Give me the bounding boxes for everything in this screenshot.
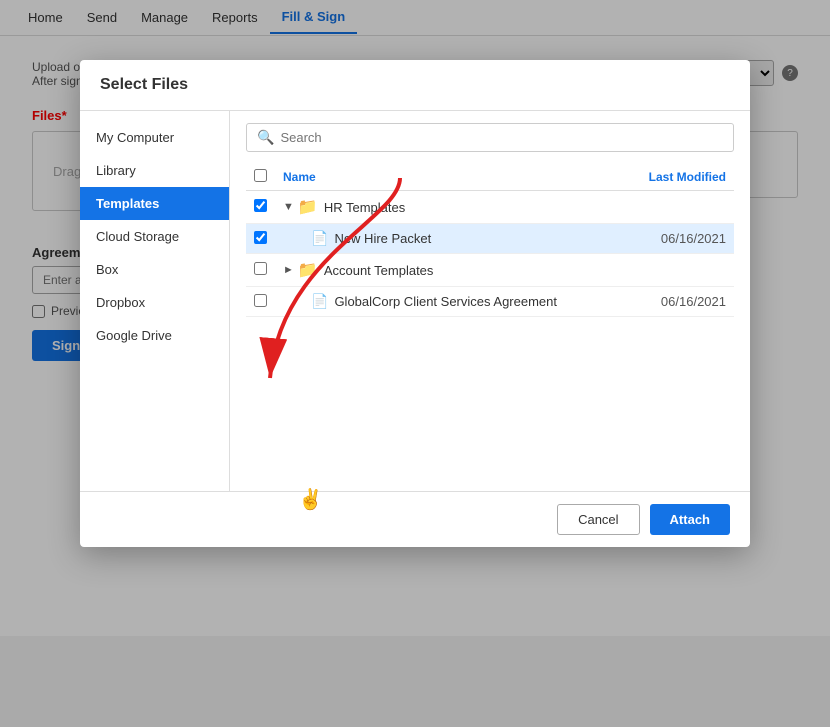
dialog-sidebar: My Computer Library Templates Cloud Stor… — [80, 111, 230, 491]
account-templates-name-cell: ► 📁 Account Templates — [275, 254, 622, 287]
hr-templates-date — [622, 191, 734, 224]
search-input[interactable] — [280, 130, 723, 145]
globalcorp-date: 06/16/2021 — [622, 287, 734, 317]
table-row: ► 📁 Account Templates — [246, 254, 734, 287]
new-hire-checkbox[interactable] — [254, 231, 267, 244]
dialog-body: My Computer Library Templates Cloud Stor… — [80, 111, 750, 491]
account-templates-date — [622, 254, 734, 287]
sidebar-item-my-computer[interactable]: My Computer — [80, 121, 229, 154]
table-row: 📄 New Hire Packet 06/16/2021 — [246, 224, 734, 254]
new-hire-checkbox-cell — [246, 224, 275, 254]
table-row: 📄 GlobalCorp Client Services Agreement 0… — [246, 287, 734, 317]
file-icon: 📄 — [311, 293, 328, 310]
sidebar-item-library[interactable]: Library — [80, 154, 229, 187]
sidebar-item-box[interactable]: Box — [80, 253, 229, 286]
cancel-button[interactable]: Cancel — [557, 504, 639, 535]
globalcorp-checkbox-cell — [246, 287, 275, 317]
file-icon: 📄 — [311, 230, 328, 247]
hr-templates-checkbox-cell — [246, 191, 275, 224]
search-icon: 🔍 — [257, 129, 274, 146]
sidebar-item-google-drive[interactable]: Google Drive — [80, 319, 229, 352]
globalcorp-checkbox[interactable] — [254, 294, 267, 307]
sidebar-item-templates[interactable]: Templates — [80, 187, 229, 220]
dialog-overlay: Select Files My Computer Library Templat… — [0, 0, 830, 727]
sidebar-item-cloud-storage[interactable]: Cloud Storage — [80, 220, 229, 253]
account-templates-checkbox-cell — [246, 254, 275, 287]
hr-templates-label: HR Templates — [324, 200, 405, 215]
col-last-modified-header: Last Modified — [622, 164, 734, 191]
sidebar-item-dropbox[interactable]: Dropbox — [80, 286, 229, 319]
hr-templates-name-cell: ▼ 📁 HR Templates — [275, 191, 622, 224]
account-templates-label: Account Templates — [324, 263, 434, 278]
new-hire-name-cell: 📄 New Hire Packet — [275, 224, 622, 254]
globalcorp-name-cell: 📄 GlobalCorp Client Services Agreement — [275, 287, 622, 317]
expand-icon[interactable]: ► — [283, 264, 294, 276]
table-header-row: Name Last Modified — [246, 164, 734, 191]
folder-icon: 📁 — [298, 197, 318, 217]
new-hire-date: 06/16/2021 — [622, 224, 734, 254]
table-row: ▼ 📁 HR Templates — [246, 191, 734, 224]
col-name-header: Name — [275, 164, 622, 191]
dialog-header: Select Files — [80, 60, 750, 111]
new-hire-label: New Hire Packet — [334, 231, 431, 246]
folder-icon: 📁 — [298, 260, 318, 280]
search-bar: 🔍 — [246, 123, 734, 152]
dialog-content: 🔍 Name Last Modified — [230, 111, 750, 491]
select-all-header — [246, 164, 275, 191]
dialog-footer: Cancel Attach — [80, 491, 750, 547]
attach-button[interactable]: Attach — [650, 504, 730, 535]
account-templates-checkbox[interactable] — [254, 262, 267, 275]
hr-templates-checkbox[interactable] — [254, 199, 267, 212]
file-table: Name Last Modified ▼ — [246, 164, 734, 317]
select-all-checkbox[interactable] — [254, 169, 267, 182]
globalcorp-label: GlobalCorp Client Services Agreement — [334, 294, 557, 309]
expand-icon[interactable]: ▼ — [283, 201, 294, 213]
select-files-dialog: Select Files My Computer Library Templat… — [80, 60, 750, 547]
